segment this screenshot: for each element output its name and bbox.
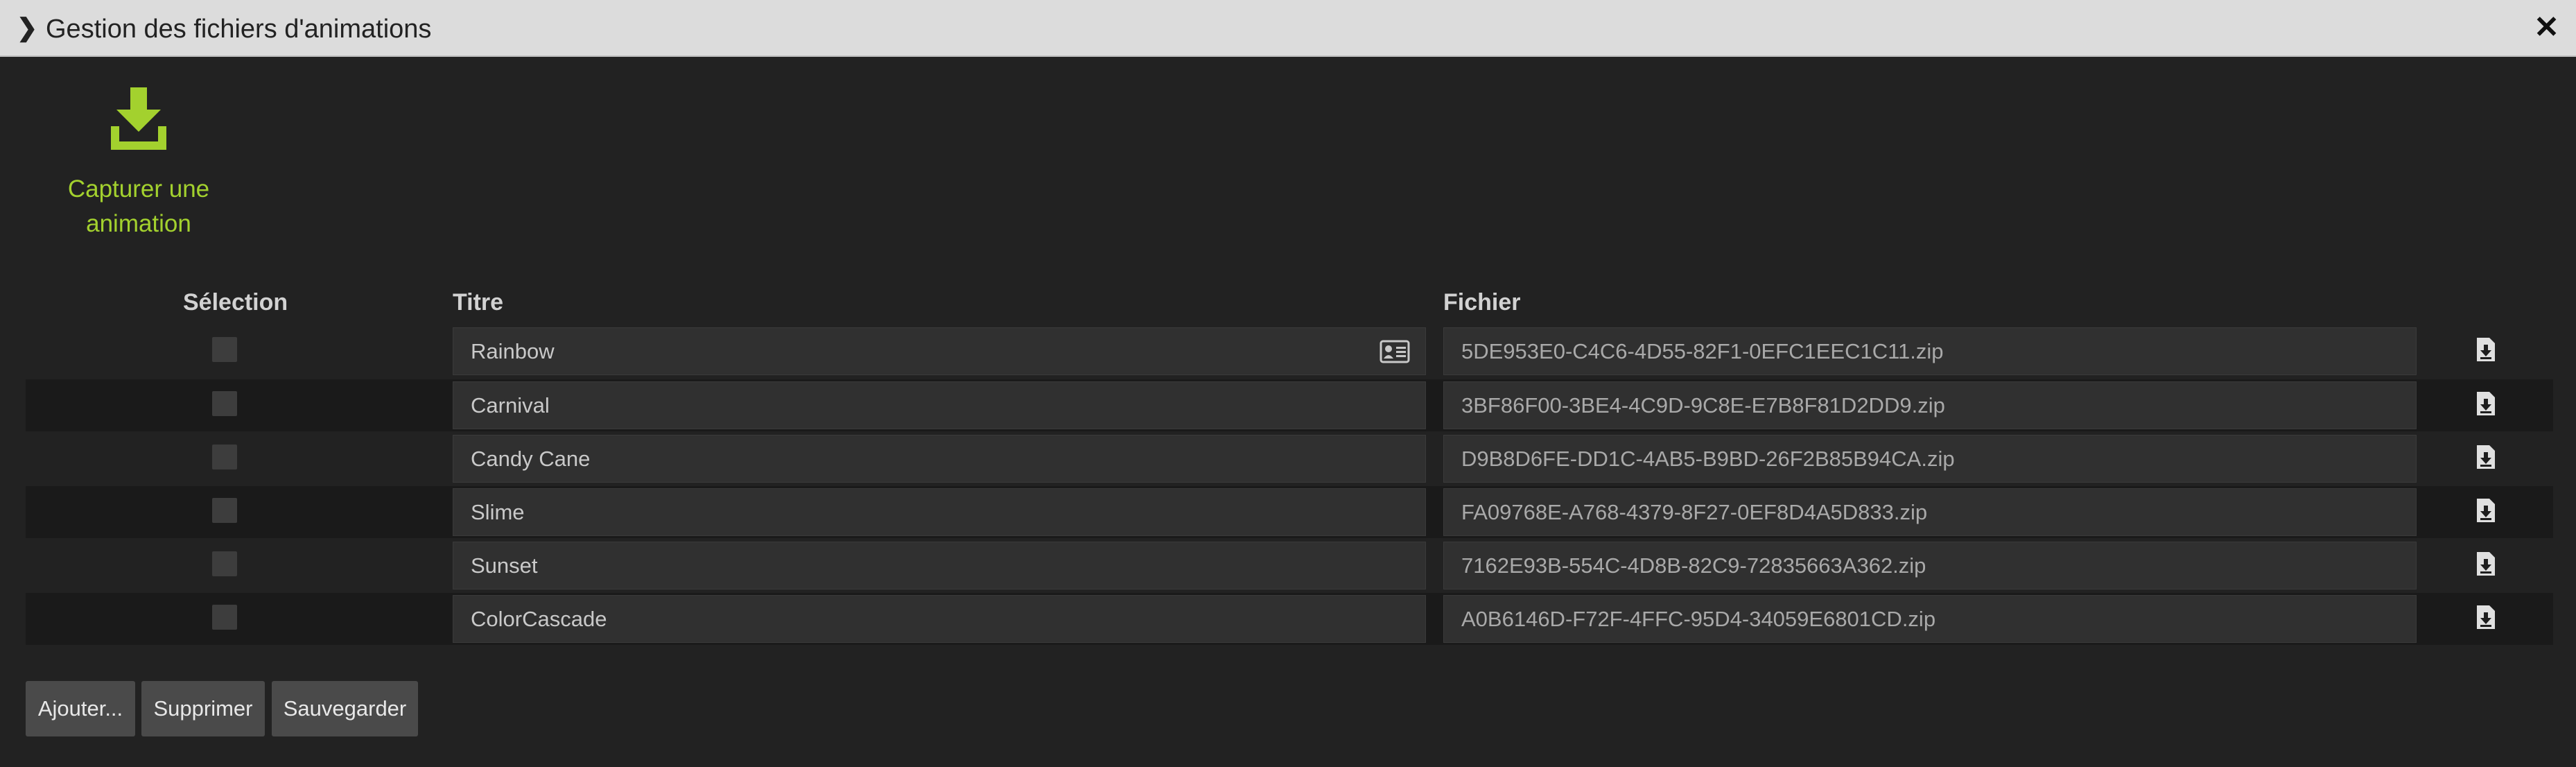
table-row: Rainbow 5DE953E0-C4C6-4D55-82F1-0EFC1EEC…: [26, 325, 2553, 377]
file-name-field: D9B8D6FE-DD1C-4AB5-B9BD-26F2B85B94CA.zip: [1443, 435, 2417, 483]
window-titlebar: ❯ Gestion des fichiers d'animations ✕: [0, 0, 2576, 57]
selection-checkbox[interactable]: [212, 551, 237, 576]
id-card-icon[interactable]: [1380, 340, 1410, 363]
selection-checkbox[interactable]: [212, 498, 237, 523]
selection-checkbox[interactable]: [212, 337, 237, 362]
selection-checkbox[interactable]: [212, 605, 237, 630]
download-file-icon[interactable]: [2475, 336, 2496, 363]
title-input[interactable]: Rainbow: [453, 327, 1426, 375]
capture-animation-button[interactable]: Capturer une animation: [42, 83, 236, 241]
file-name-field: A0B6146D-F72F-4FFC-95D4-34059E6801CD.zip: [1443, 595, 2417, 643]
title-input[interactable]: Candy Cane: [453, 435, 1426, 483]
download-file-icon[interactable]: [2475, 604, 2496, 630]
title-input[interactable]: Slime: [453, 488, 1426, 536]
close-icon[interactable]: ✕: [2534, 12, 2559, 43]
capture-label-line2: animation: [86, 210, 191, 237]
download-file-icon[interactable]: [2475, 390, 2496, 417]
title-value: Slime: [471, 500, 525, 524]
table-row: Carnival 3BF86F00-3BE4-4C9D-9C8E-E7B8F81…: [26, 379, 2553, 431]
title-value: ColorCascade: [471, 607, 607, 631]
chevron-right-icon[interactable]: ❯: [17, 15, 37, 40]
column-header-title: Titre: [453, 289, 504, 316]
add-button[interactable]: Ajouter...: [26, 681, 135, 736]
window-title: Gestion des fichiers d'animations: [46, 15, 432, 44]
capture-label-line1: Capturer une: [67, 175, 210, 202]
file-name-field: 5DE953E0-C4C6-4D55-82F1-0EFC1EEC1C11.zip: [1443, 327, 2417, 375]
table-row: ColorCascade A0B6146D-F72F-4FFC-95D4-340…: [26, 593, 2553, 645]
file-name-field: 7162E93B-554C-4D8B-82C9-72835663A362.zip: [1443, 542, 2417, 589]
title-value: Rainbow: [471, 339, 555, 363]
download-file-icon[interactable]: [2475, 444, 2496, 470]
title-value: Candy Cane: [471, 447, 591, 471]
title-input[interactable]: ColorCascade: [453, 595, 1426, 643]
column-header-selection: Sélection: [183, 289, 288, 316]
save-button[interactable]: Sauvegarder: [272, 681, 418, 736]
table-row: Candy Cane D9B8D6FE-DD1C-4AB5-B9BD-26F2B…: [26, 433, 2553, 485]
download-file-icon[interactable]: [2475, 551, 2496, 577]
download-file-icon[interactable]: [2475, 497, 2496, 524]
title-value: Carnival: [471, 393, 550, 417]
title-input[interactable]: Sunset: [453, 542, 1426, 589]
selection-checkbox[interactable]: [212, 391, 237, 416]
delete-button[interactable]: Supprimer: [141, 681, 265, 736]
file-name-field: FA09768E-A768-4379-8F27-0EF8D4A5D833.zip: [1443, 488, 2417, 536]
title-value: Sunset: [471, 553, 538, 578]
title-input[interactable]: Carnival: [453, 381, 1426, 429]
table-row: Sunset 7162E93B-554C-4D8B-82C9-72835663A…: [26, 540, 2553, 592]
table-row: Slime FA09768E-A768-4379-8F27-0EF8D4A5D8…: [26, 486, 2553, 538]
selection-checkbox[interactable]: [212, 445, 237, 469]
file-name-field: 3BF86F00-3BE4-4C9D-9C8E-E7B8F81D2DD9.zip: [1443, 381, 2417, 429]
column-header-file: Fichier: [1443, 289, 1521, 316]
download-icon: [111, 87, 166, 150]
